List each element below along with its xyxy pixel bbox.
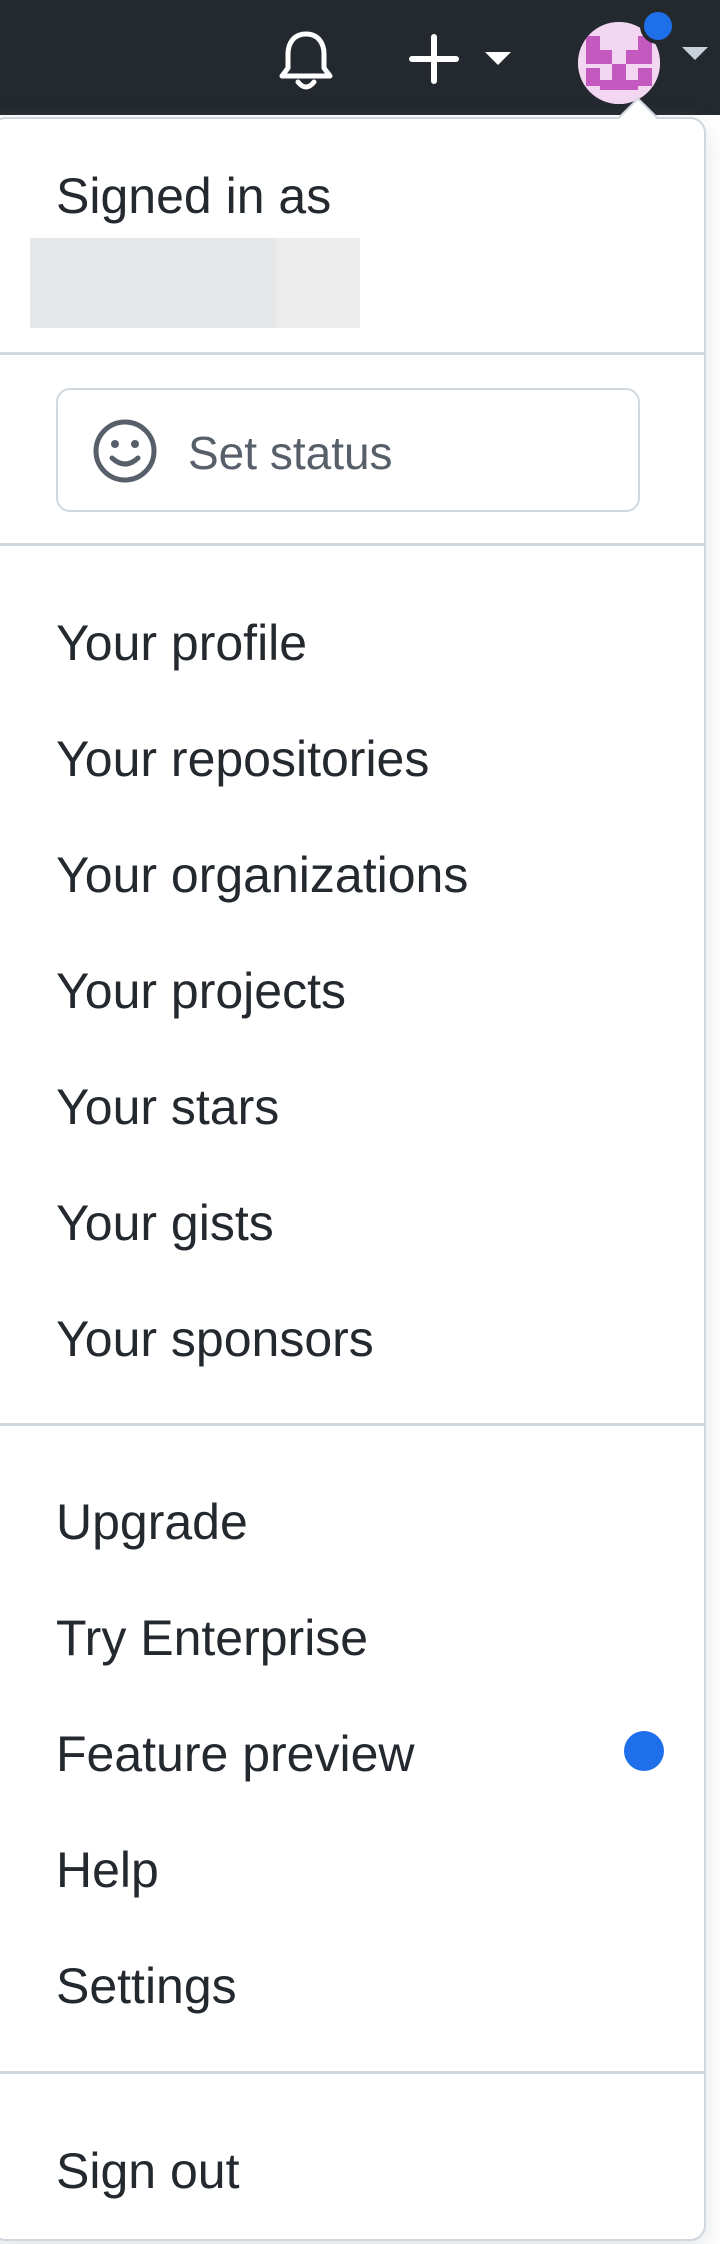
menu-item-your-repositories[interactable]: Your repositories [56, 730, 429, 788]
user-menu-chevron-icon[interactable] [682, 47, 708, 60]
signed-in-label: Signed in as [56, 168, 332, 224]
menu-item-upgrade[interactable]: Upgrade [56, 1493, 248, 1551]
top-navigation-bar [0, 0, 720, 115]
menu-item-your-organizations[interactable]: Your organizations [56, 846, 468, 904]
unread-indicator-dot [640, 8, 676, 44]
plus-icon[interactable] [408, 33, 460, 85]
menu-item-help[interactable]: Help [56, 1841, 159, 1899]
menu-divider [0, 2071, 706, 2074]
menu-divider [0, 543, 706, 546]
username-redacted-segment [276, 238, 360, 328]
feature-preview-new-dot [624, 1731, 664, 1771]
menu-item-your-gists[interactable]: Your gists [56, 1194, 274, 1252]
menu-item-your-projects[interactable]: Your projects [56, 962, 346, 1020]
bell-icon[interactable] [276, 28, 336, 94]
username-redacted[interactable] [30, 238, 360, 328]
sign-out-button[interactable]: Sign out [56, 2142, 239, 2200]
menu-item-try-enterprise[interactable]: Try Enterprise [56, 1609, 368, 1667]
menu-item-your-stars[interactable]: Your stars [56, 1078, 279, 1136]
menu-item-your-sponsors[interactable]: Your sponsors [56, 1310, 374, 1368]
set-status-label: Set status [188, 427, 393, 479]
menu-item-settings[interactable]: Settings [56, 1957, 237, 2015]
menu-divider [0, 1423, 706, 1426]
menu-item-your-profile[interactable]: Your profile [56, 614, 307, 672]
set-status-button[interactable]: Set status [56, 388, 640, 512]
create-dropdown-chevron-icon[interactable] [485, 52, 511, 65]
smiley-icon [93, 419, 157, 483]
menu-divider [0, 352, 706, 355]
menu-item-feature-preview[interactable]: Feature preview [56, 1725, 415, 1783]
